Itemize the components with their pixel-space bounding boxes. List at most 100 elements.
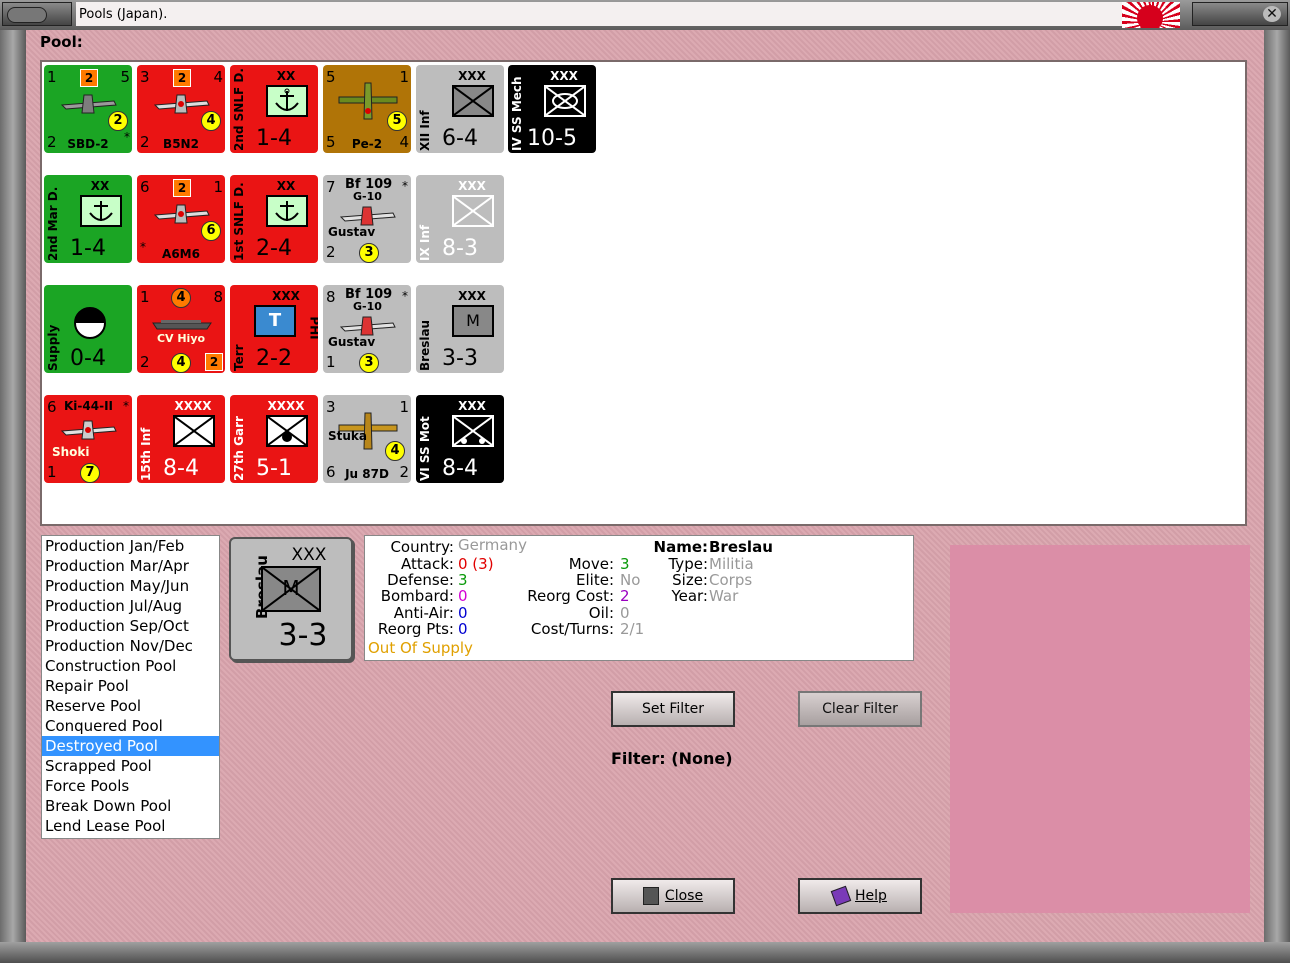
close-icon[interactable]: ✕ <box>1263 6 1281 22</box>
counter-name: Gustav <box>328 335 376 349</box>
close-door-icon <box>642 887 659 905</box>
counter-size: XXX <box>291 545 327 565</box>
counter-top-right: 1 <box>213 178 223 196</box>
counter-range-badge: 2 <box>173 69 191 87</box>
unit-counter-cv-hiyo[interactable]: 1 4 8 CV Hiyo 2 4 2 <box>137 285 225 373</box>
country-label: Country: <box>390 538 454 556</box>
unit-counter-15th-inf[interactable]: 15th Inf XXXX 8-4 <box>137 395 225 483</box>
pool-grid: 1 2 5 2 2 SBD-2 * 3 2 4 4 2 B5N2 2nd SNL… <box>40 60 1247 526</box>
list-item[interactable]: Scrapped Pool <box>42 756 219 776</box>
mech-infantry-icon <box>544 85 586 117</box>
list-item[interactable]: Production May/Jun <box>42 576 219 596</box>
window-controls: ✕ <box>1192 2 1288 26</box>
name-value: Breslau <box>709 538 773 556</box>
counter-plane-type: Stuka <box>328 429 367 443</box>
counter-strength-dot: 4 <box>171 353 191 373</box>
counter-strength-dot: 4 <box>201 111 221 131</box>
unit-counter-sbd2[interactable]: 1 2 5 2 2 SBD-2 * <box>44 65 132 153</box>
pool-label: Pool: <box>40 33 83 51</box>
counter-star: * <box>124 130 130 144</box>
counter-name: A6M6 <box>162 247 200 261</box>
unit-counter-supply[interactable]: Supply 0-4 <box>44 285 132 373</box>
counter-name: Ju 87D <box>345 467 389 481</box>
reorg-pts-value: 0 <box>458 620 468 638</box>
set-filter-button[interactable]: Set Filter <box>611 691 735 727</box>
list-item[interactable]: Lend Lease Pool <box>42 816 219 836</box>
help-button[interactable]: Help <box>798 878 922 914</box>
militia-symbol: M <box>282 576 300 600</box>
close-button[interactable]: Close <box>611 878 735 914</box>
unit-counter-2nd-mar[interactable]: 2nd Mar D. XX 1-4 <box>44 175 132 263</box>
counter-size: XXX <box>550 69 578 83</box>
list-item[interactable]: Conquered Pool <box>42 716 219 736</box>
counter-bottom-left: 2 <box>326 243 336 261</box>
counter-name: SBD-2 <box>67 137 109 151</box>
counter-range-badge: 2 <box>80 69 98 87</box>
unit-counter-xii-inf[interactable]: XII Inf XXX 6-4 <box>416 65 504 153</box>
list-item[interactable]: Production Nov/Dec <box>42 636 219 656</box>
cost-turns-label: Cost/Turns: <box>530 620 614 638</box>
unit-counter-a6m6[interactable]: 6 2 1 6 * A6M6 <box>137 175 225 263</box>
counter-top-left: 8 <box>326 288 336 306</box>
bombard-label: Bombard: <box>380 587 454 605</box>
unit-counter-b5n2[interactable]: 3 2 4 4 2 B5N2 <box>137 65 225 153</box>
counter-bottom-left: 1 <box>326 353 336 371</box>
help-book-icon <box>830 885 852 907</box>
unit-counter-27th-garr[interactable]: 27th Garr XXXX 5-1 <box>230 395 318 483</box>
clear-filter-button[interactable]: Clear Filter <box>798 691 922 727</box>
counter-size: XX <box>276 179 296 193</box>
counter-top-right: 8 <box>213 288 223 306</box>
counter-top-right: 4 <box>213 68 223 86</box>
unit-counter-gustav-b[interactable]: 8 Bf 109 G-10 * Gustav 1 3 <box>323 285 411 373</box>
counter-value: 1-4 <box>70 236 106 261</box>
counter-size: XXX <box>272 289 300 303</box>
unit-counter-1st-snlf[interactable]: 1st SNLF D. XX 2-4 <box>230 175 318 263</box>
counter-size: XXX <box>458 179 486 193</box>
filter-status: Filter: (None) <box>611 749 733 768</box>
list-item[interactable]: Production Mar/Apr <box>42 556 219 576</box>
counter-bottom-right: 2 <box>399 463 409 481</box>
list-item[interactable]: Production Jul/Aug <box>42 596 219 616</box>
counter-top-left: 1 <box>140 288 150 306</box>
list-item-selected[interactable]: Destroyed Pool <box>42 736 219 756</box>
list-item[interactable]: Break Down Pool <box>42 796 219 816</box>
counter-size: XXX <box>458 289 486 303</box>
minimize-icon[interactable] <box>7 7 47 23</box>
supply-status: Out Of Supply <box>368 639 473 657</box>
unit-preview-panel <box>950 545 1250 913</box>
counter-name: Pe-2 <box>351 137 383 151</box>
counter-value: 10-5 <box>527 126 577 151</box>
counter-top-right: 1 <box>399 398 409 416</box>
system-menu[interactable] <box>2 2 72 26</box>
unit-counter-gustav-a[interactable]: 7 Bf 109 G-10 * Gustav 2 3 <box>323 175 411 263</box>
counter-value: 3-3 <box>278 618 328 653</box>
unit-counter-ix-inf[interactable]: IX Inf XXX 8-3 <box>416 175 504 263</box>
unit-counter-iv-ss-mech[interactable]: IV SS Mech XXX 10-5 <box>508 65 596 153</box>
pool-list[interactable]: Production Jan/Feb Production Mar/Apr Pr… <box>41 535 220 839</box>
unit-counter-shoki[interactable]: 6 Ki-44-II * Shoki 1 7 <box>44 395 132 483</box>
list-item[interactable]: Repair Pool <box>42 676 219 696</box>
garrison-icon <box>266 415 308 447</box>
list-item[interactable]: Production Sep/Oct <box>42 616 219 636</box>
list-item[interactable]: Production Jan/Feb <box>42 536 219 556</box>
anchor-icon <box>266 85 308 117</box>
unit-counter-ju87d[interactable]: 3 1 Stuka 4 6 Ju 87D 2 <box>323 395 411 483</box>
list-item[interactable]: Reserve Pool <box>42 696 219 716</box>
list-item[interactable]: Force Pools <box>42 776 219 796</box>
counter-size: XXXX <box>267 399 305 413</box>
counter-top-left: 3 <box>326 398 336 416</box>
unit-counter-breslau[interactable]: Breslau XXX M 3-3 <box>416 285 504 373</box>
unit-counter-vi-ss-mot[interactable]: VI SS Mot XXX 8-4 <box>416 395 504 483</box>
counter-size: XXXX <box>174 399 212 413</box>
unit-counter-pe2[interactable]: 5 1 5 5 Pe-2 4 <box>323 65 411 153</box>
unit-counter-terr[interactable]: Terr XXX PHI T 2-2 <box>230 285 318 373</box>
counter-name: Gustav <box>328 225 376 239</box>
counter-star: * <box>402 289 408 303</box>
right-border <box>1264 30 1290 943</box>
counter-value: 3-3 <box>442 346 478 371</box>
counter-value: 1-4 <box>256 126 292 151</box>
list-item[interactable]: Construction Pool <box>42 656 219 676</box>
unit-counter-2nd-snlf[interactable]: 2nd SNLF D. XX 1-4 <box>230 65 318 153</box>
counter-strength-dot: 3 <box>359 243 379 263</box>
counter-value: 8-3 <box>442 236 478 261</box>
